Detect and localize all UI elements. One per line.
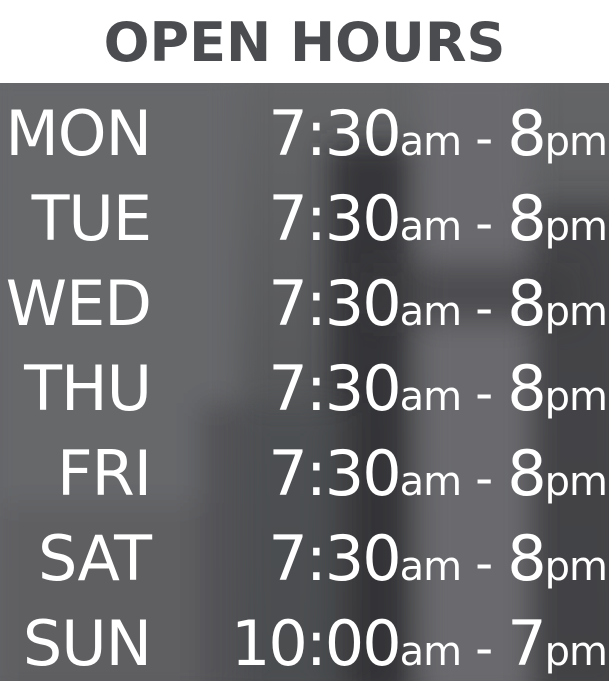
open-suffix: am [399, 289, 462, 335]
open-suffix: am [399, 544, 462, 590]
hours-text: 7:30am -8pm [268, 443, 608, 507]
day-label: MON [5, 97, 152, 170]
close-time: 7 [507, 607, 546, 680]
day-label: SUN [22, 607, 152, 680]
open-hours-sign: OPEN HOURS MON 7:30am - 8pm TUE 7:30am -… [0, 0, 609, 681]
close-suffix: pm [544, 289, 608, 335]
open-time: 7:30 [268, 522, 401, 595]
close-suffix: pm [544, 544, 608, 590]
time-separator: - [475, 364, 494, 422]
open-time: 7:30 [268, 182, 401, 255]
close-suffix: pm [544, 459, 608, 505]
day-label: WED [5, 267, 152, 340]
schedule-list: MON 7:30am -8pm TUE 7:30am -8pm WED 7:30am… [0, 83, 609, 681]
time-separator: - [475, 279, 494, 337]
close-time: 8 [507, 522, 546, 595]
day-label: THU [24, 352, 152, 425]
close-suffix: pm [544, 119, 608, 165]
open-suffix: am [399, 204, 462, 250]
schedule-row-tue: TUE 7:30am -8pm [0, 180, 609, 264]
hours-text: 7:30am -8pm [268, 103, 608, 167]
schedule-row-sat: SAT 7:30am -8pm [0, 520, 609, 604]
schedule-row-sun: SUN 10:00am -7pm [0, 605, 609, 681]
close-time: 8 [507, 97, 546, 170]
close-suffix: pm [544, 374, 608, 420]
open-suffix: am [399, 119, 462, 165]
open-time: 7:30 [268, 437, 401, 510]
close-time: 8 [507, 352, 546, 425]
close-suffix: pm [544, 629, 608, 675]
schedule-row-wed: WED 7:30am -8pm [0, 265, 609, 349]
close-time: 8 [507, 437, 546, 510]
open-time: 10:00 [230, 607, 402, 680]
open-time: 7:30 [268, 267, 401, 340]
time-separator: - [475, 194, 494, 252]
day-label: SAT [38, 522, 152, 595]
close-suffix: pm [544, 204, 608, 250]
close-time: 8 [507, 267, 546, 340]
open-suffix: am [399, 629, 462, 675]
hours-text: 7:30am -8pm [268, 528, 608, 592]
close-time: 8 [507, 182, 546, 255]
hours-text: 7:30am -8pm [268, 358, 608, 422]
time-separator: - [475, 109, 494, 167]
hours-text: 7:30am -8pm [268, 273, 608, 337]
hours-text: 7:30am -8pm [268, 188, 608, 252]
schedule-row-thu: THU 7:30am -8pm [0, 350, 609, 434]
open-suffix: am [399, 374, 462, 420]
hours-text: 10:00am -7pm [231, 613, 608, 677]
sign-header: OPEN HOURS [0, 0, 609, 83]
time-separator: - [475, 449, 494, 507]
schedule-row-mon: MON 7:30am -8pm [0, 95, 609, 179]
open-suffix: am [399, 459, 462, 505]
day-label: TUE [31, 182, 152, 255]
window-glass: MON 7:30am -8pm TUE 7:30am -8pm WED 7:30am… [0, 83, 609, 681]
day-label: FRI [56, 437, 152, 510]
open-time: 7:30 [268, 352, 401, 425]
open-time: 7:30 [268, 97, 401, 170]
sign-title: OPEN HOURS [103, 10, 506, 74]
schedule-row-fri: FRI 7:30am -8pm [0, 435, 609, 519]
time-separator: - [475, 534, 494, 592]
time-separator: - [475, 619, 494, 677]
